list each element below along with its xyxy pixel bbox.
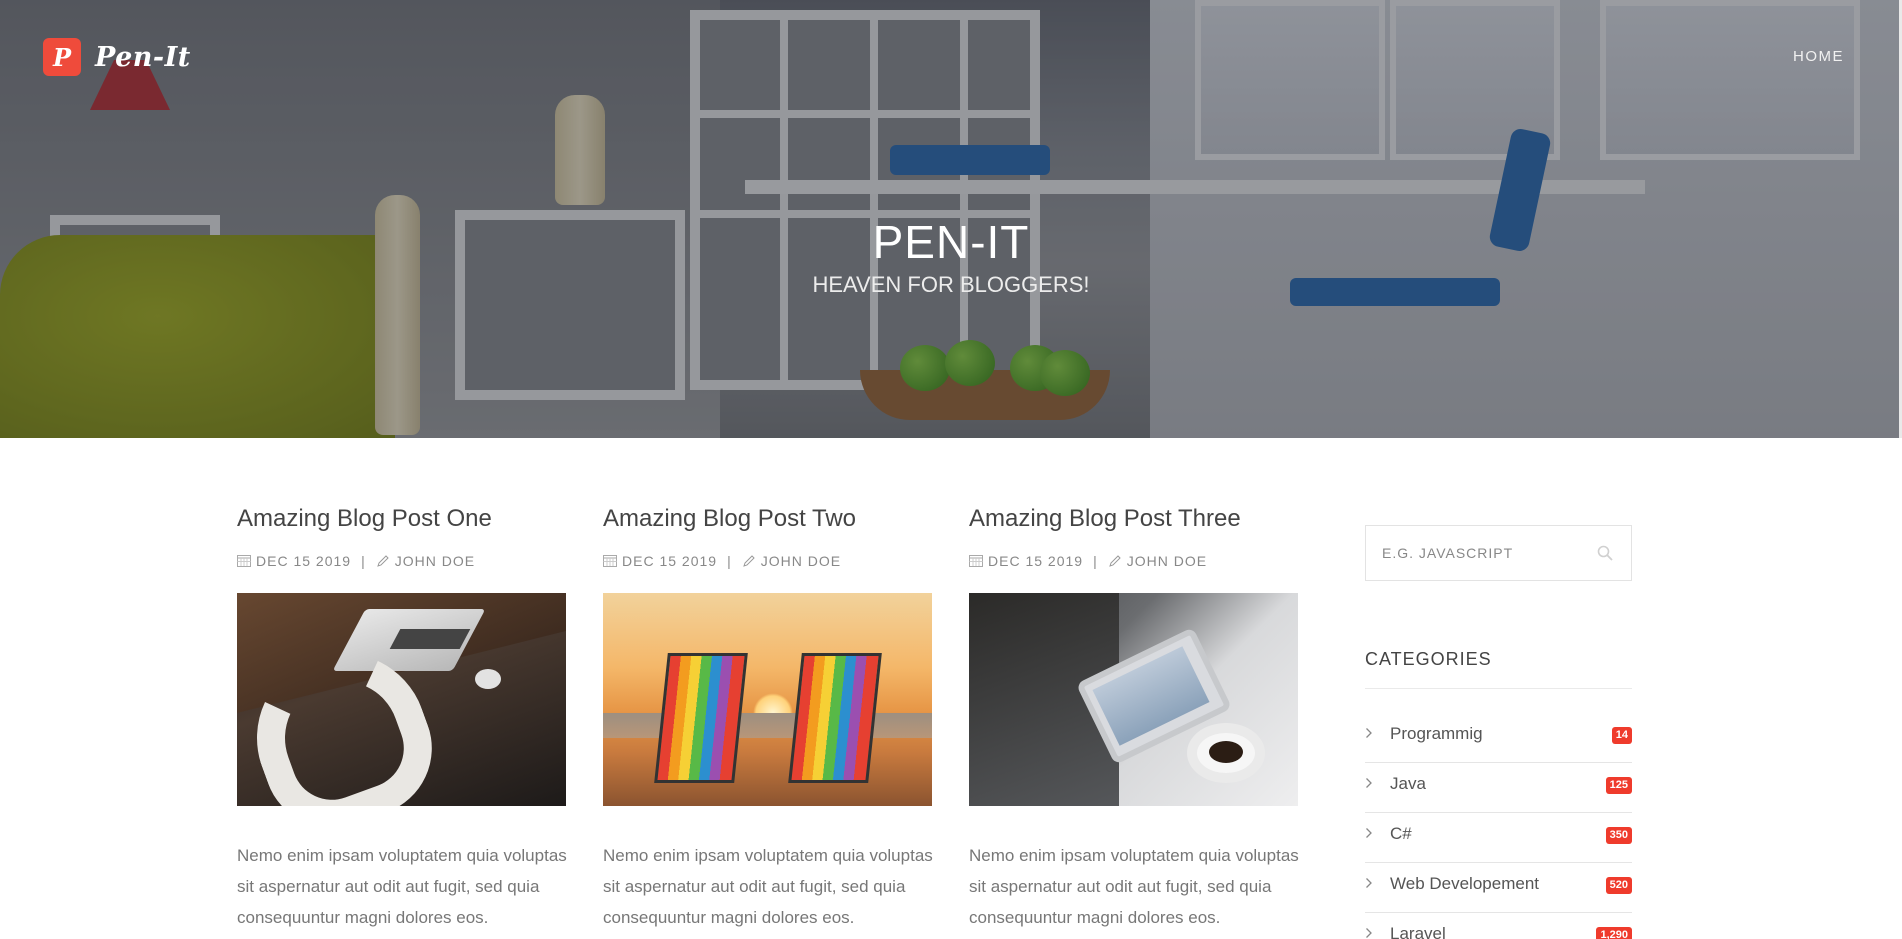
category-count-badge: 350 [1605,827,1632,844]
nav-home-link[interactable]: HOME [1793,48,1844,65]
post-image[interactable] [603,593,932,806]
blog-post-card: Amazing Blog Post Two DEC 15 2019 | JOHN… [603,505,933,933]
post-title-link[interactable]: Amazing Blog Post Two [603,505,933,533]
beach-chair-image [654,653,748,783]
category-label: Laravel [1390,924,1446,939]
blog-post-card: Amazing Blog Post Three DEC 15 2019 | JO… [969,505,1299,933]
search-icon[interactable] [1597,545,1613,561]
hero-subtitle: HEAVEN FOR BLOGGERS! [812,272,1090,297]
post-title-link[interactable]: Amazing Blog Post One [237,505,567,533]
post-excerpt: Nemo enim ipsam voluptatem quia voluptas… [603,846,933,927]
post-author[interactable]: JOHN DOE [1127,553,1207,569]
post-meta: DEC 15 2019 | JOHN DOE [603,551,933,571]
pencil-icon [376,554,391,568]
category-list: Programmig 14 Java 125 C# 350 Web Develo… [1365,713,1632,939]
hero-title: PEN-IT [872,216,1030,268]
post-date: DEC 15 2019 [622,553,718,569]
calendar-icon [237,554,252,568]
chevron-right-icon [1365,777,1375,791]
category-item[interactable]: C# 350 [1365,813,1632,863]
post-meta: DEC 15 2019 | JOHN DOE [237,551,567,571]
category-count-badge: 1,290 [1596,927,1632,939]
chevron-right-icon [1365,877,1375,891]
category-item[interactable]: Java 125 [1365,763,1632,813]
search-box [1365,525,1632,581]
category-item[interactable]: Programmig 14 [1365,713,1632,763]
category-label: Java [1390,774,1426,793]
category-item[interactable]: Laravel 1,290 [1365,913,1632,939]
category-label: Programmig [1390,724,1483,743]
divider [1365,688,1632,689]
category-count-badge: 520 [1605,877,1632,894]
chevron-right-icon [1365,727,1375,741]
category-item[interactable]: Web Developement 520 [1365,863,1632,913]
post-image[interactable] [969,593,1298,806]
chevron-right-icon [1365,927,1375,939]
category-label: C# [1390,824,1412,843]
logo-text: Pen-It [95,41,191,73]
post-author[interactable]: JOHN DOE [395,553,475,569]
pencil-icon [742,554,757,568]
meta-separator: | [361,553,366,569]
calendar-icon [969,554,984,568]
site-logo[interactable]: P Pen-It [43,38,191,76]
category-label: Web Developement [1390,874,1539,893]
post-excerpt: Nemo enim ipsam voluptatem quia voluptas… [237,846,567,927]
post-title-link[interactable]: Amazing Blog Post Three [969,505,1299,533]
chevron-right-icon [1365,827,1375,841]
post-excerpt: Nemo enim ipsam voluptatem quia voluptas… [969,846,1299,927]
beach-chair-image [788,653,882,783]
post-meta: DEC 15 2019 | JOHN DOE [969,551,1299,571]
category-count-badge: 125 [1605,777,1632,794]
calendar-icon [603,554,618,568]
post-author[interactable]: JOHN DOE [761,553,841,569]
logo-icon: P [43,38,81,76]
categories-title: CATEGORIES [1365,649,1492,669]
meta-separator: | [1093,553,1098,569]
pencil-icon [1108,554,1123,568]
post-date: DEC 15 2019 [988,553,1084,569]
search-input[interactable] [1382,545,1582,561]
post-image[interactable] [237,593,566,806]
blog-post-card: Amazing Blog Post One DEC 15 2019 | JOHN… [237,505,567,933]
post-date: DEC 15 2019 [256,553,352,569]
category-count-badge: 14 [1611,727,1632,744]
meta-separator: | [727,553,732,569]
